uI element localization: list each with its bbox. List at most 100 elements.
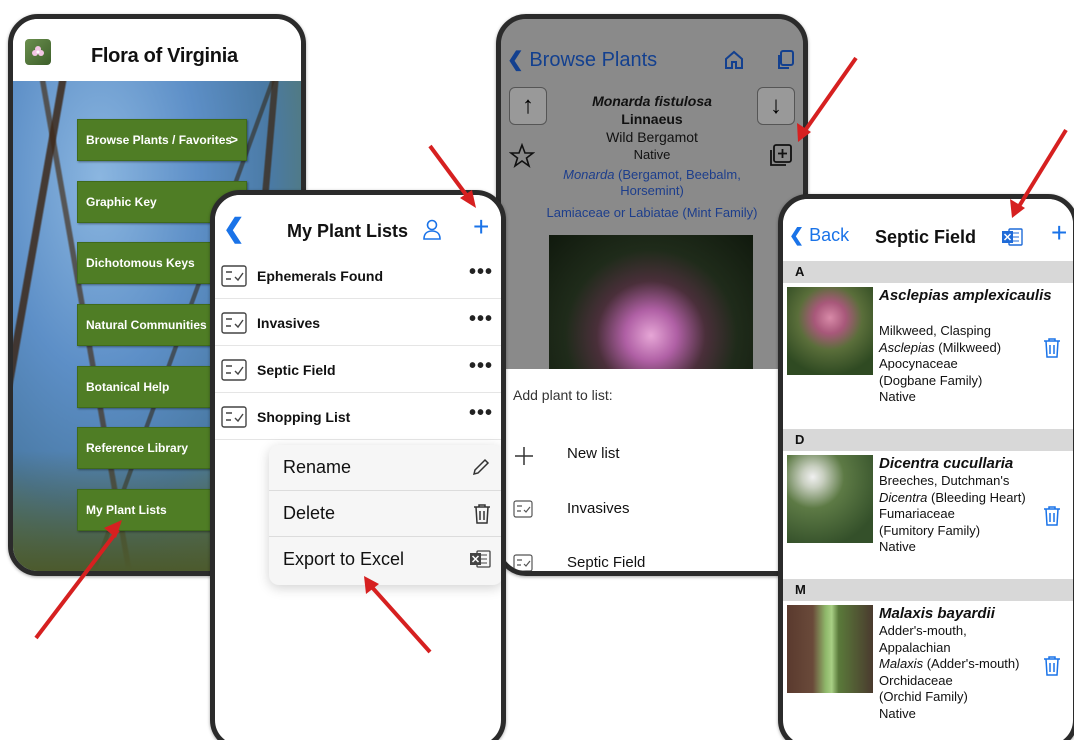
add-to-list-icon[interactable] <box>767 143 793 174</box>
arrow-to-add-to-list-icon <box>802 56 858 134</box>
chevron-left-icon[interactable]: ❮ <box>223 213 245 244</box>
plant-entry[interactable]: Asclepias amplexicaulis Milkweed, Claspi… <box>783 285 1073 425</box>
common-name: Breeches, Dutchman's <box>879 473 1010 488</box>
more-options-icon[interactable]: ••• <box>469 355 493 378</box>
genus: Asclepias (Milkweed) <box>879 340 1052 357</box>
plant-thumbnail <box>787 605 873 693</box>
checklist-icon <box>221 359 247 386</box>
menu-label: Reference Library <box>86 441 189 455</box>
menu-label: My Plant Lists <box>86 503 167 517</box>
list-item-label: Shopping List <box>257 409 351 425</box>
menu-item-label: Rename <box>283 457 352 477</box>
scientific-name: Malaxis bayardii <box>879 605 995 622</box>
add-list-button[interactable]: + <box>473 213 489 241</box>
sheet-item-label: Septic Field <box>567 554 646 571</box>
list-item[interactable]: Septic Field ••• <box>215 347 501 393</box>
more-options-icon[interactable]: ••• <box>469 402 493 425</box>
chevron-left-icon: ❮ <box>789 225 805 245</box>
excel-icon <box>469 549 491 574</box>
common-name: Wild Bergamot <box>606 129 698 145</box>
family-link[interactable]: Lamiaceae or Labiatae (Mint Family) <box>501 205 803 220</box>
section-header: M <box>783 579 1073 601</box>
checklist-icon <box>221 312 247 339</box>
more-options-icon[interactable]: ••• <box>469 261 493 284</box>
trash-icon <box>473 503 491 530</box>
plant-photo[interactable] <box>549 235 753 369</box>
plant-detail-screen: ❮ Browse Plants ↑ ↓ Monarda fistulosa Li… <box>496 14 808 576</box>
genus-common: (Milkweed) <box>934 339 1002 355</box>
home-icon[interactable] <box>723 49 745 76</box>
trash-icon[interactable] <box>1043 505 1061 532</box>
list-item[interactable]: Shopping List ••• <box>215 394 501 440</box>
family-common: (Dogbane Family) <box>879 372 983 388</box>
scientific-name: Monarda fistulosa <box>592 93 712 109</box>
list-item[interactable]: Ephemerals Found ••• <box>215 253 501 299</box>
favorite-star-icon[interactable] <box>508 142 536 174</box>
checklist-icon <box>513 554 533 571</box>
plant-text: Asclepias amplexicaulis Milkweed, Claspi… <box>879 287 1052 406</box>
app-title: Flora of Virginia <box>91 45 238 67</box>
checklist-icon <box>513 500 533 523</box>
genus: Malaxis (Adder's-mouth) <box>879 656 1019 673</box>
sheet-item-label: Invasives <box>567 500 630 517</box>
menu-label: Botanical Help <box>86 380 170 394</box>
checklist-icon <box>221 265 247 292</box>
flower-logo-icon <box>25 39 51 65</box>
trash-icon[interactable] <box>1043 655 1061 682</box>
scientific-name: Asclepias amplexicaulis <box>879 287 1052 304</box>
excel-export-icon[interactable] <box>1001 227 1023 252</box>
section-header: A <box>783 261 1073 283</box>
menu-item-label: Export to Excel <box>283 549 405 569</box>
sheet-list-invasives[interactable]: Invasives <box>501 482 803 536</box>
home-header: Flora of Virginia <box>13 19 301 81</box>
copy-icon[interactable] <box>775 49 795 76</box>
add-to-list-sheet: Add plant to list: New list Invasives Se… <box>501 369 803 571</box>
rename-menu-item[interactable]: Rename <box>269 445 501 491</box>
plus-icon <box>513 445 535 472</box>
menu-label: Browse Plants / Favorites <box>86 133 233 147</box>
septic-nav-bar: ❮ Back Septic Field + <box>783 199 1073 259</box>
sheet-new-list[interactable]: New list <box>501 427 803 481</box>
common-name-line2: Appalachian <box>879 639 951 655</box>
more-options-icon[interactable]: ••• <box>469 308 493 331</box>
detail-nav-bar: ❮ Browse Plants <box>501 19 803 79</box>
export-excel-menu-item[interactable]: Export to Excel <box>269 537 501 583</box>
family-name: Fumariaceae <box>879 506 955 521</box>
genus-link[interactable]: Monarda (Bergamot, Beebalm, Horsemint) <box>541 167 763 199</box>
plant-thumbnail <box>787 455 873 543</box>
plant-detail: ↑ ↓ Monarda fistulosa Linnaeus Wild Berg… <box>501 79 803 369</box>
plant-thumbnail <box>787 287 873 375</box>
family-name: Apocynaceae <box>879 356 958 371</box>
chevron-right-icon: > <box>230 132 238 147</box>
native-status: Native <box>879 539 916 554</box>
delete-menu-item[interactable]: Delete <box>269 491 501 537</box>
sheet-item-label: New list <box>567 445 620 462</box>
trash-icon[interactable] <box>1043 337 1061 364</box>
common-name: Milkweed, Clasping <box>879 323 991 338</box>
back-label: Browse Plants <box>529 49 658 71</box>
page-title: Septic Field <box>875 227 977 247</box>
menu-label: Graphic Key <box>86 195 157 209</box>
genus-name: Monarda <box>563 167 615 182</box>
back-button[interactable]: ❮ Back <box>789 225 849 246</box>
list-item[interactable]: Invasives ••• <box>215 300 501 346</box>
menu-browse-plants[interactable]: Browse Plants / Favorites > <box>77 119 247 161</box>
common-name: Adder's-mouth, <box>879 623 967 638</box>
checklist-icon <box>221 406 247 433</box>
plant-text: Dicentra cucullaria Breeches, Dutchman's… <box>879 455 1026 556</box>
septic-field-list-screen: ❮ Back Septic Field + A Asclepias amplex… <box>778 194 1074 740</box>
back-label: Back <box>809 225 850 245</box>
native-status: Native <box>633 147 671 162</box>
genus: Dicentra (Bleeding Heart) <box>879 490 1026 507</box>
page-title: My Plant Lists <box>287 221 409 241</box>
sheet-list-septic-field[interactable]: Septic Field <box>501 536 803 571</box>
add-plant-button[interactable]: + <box>1051 219 1067 247</box>
context-menu: Rename Delete Export to Excel <box>269 445 501 585</box>
person-icon[interactable] <box>423 219 441 246</box>
back-button[interactable]: ❮ Browse Plants <box>507 47 657 72</box>
plant-entry[interactable]: Dicentra cucullaria Breeches, Dutchman's… <box>783 453 1073 593</box>
native-status: Native <box>879 705 916 721</box>
plant-entry[interactable]: Malaxis bayardii Adder's-mouth, Appalach… <box>783 603 1073 740</box>
section-header: D <box>783 429 1073 451</box>
